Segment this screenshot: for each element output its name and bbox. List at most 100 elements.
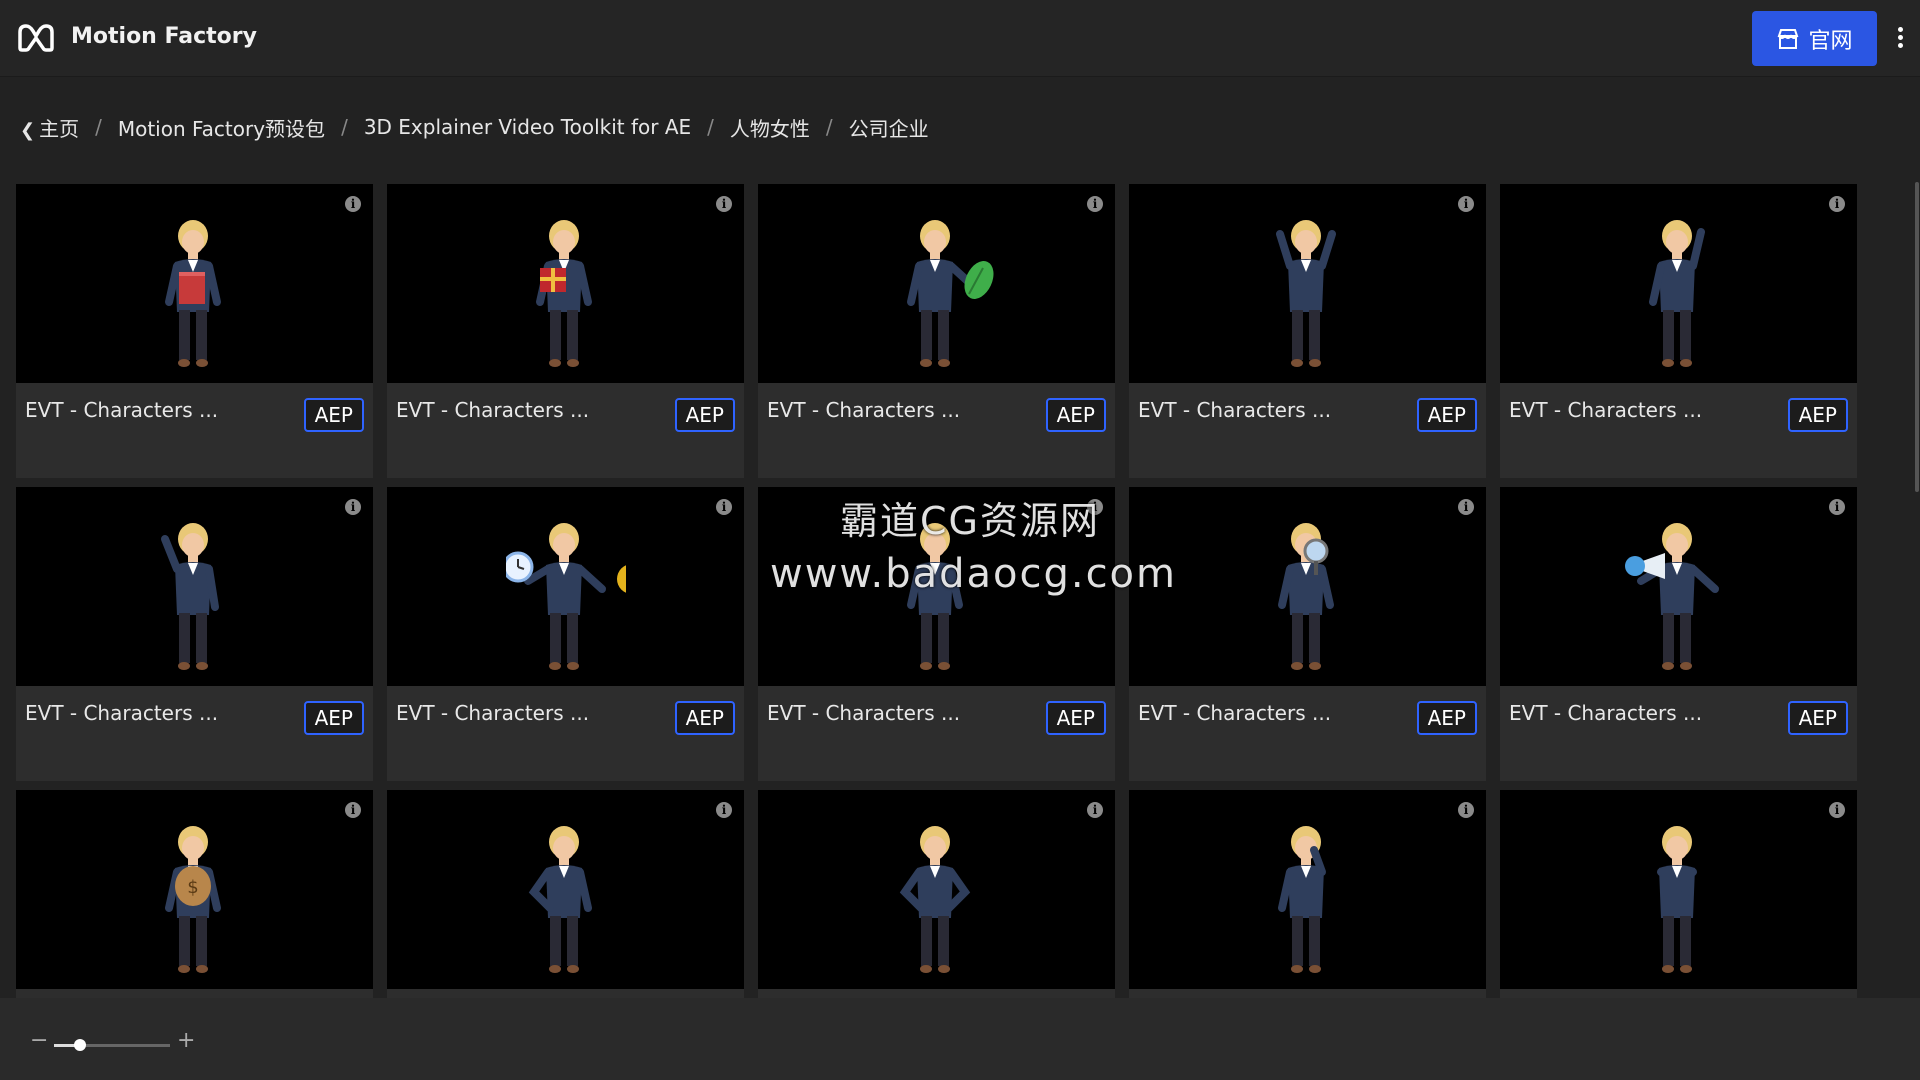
character-figure [164,220,221,367]
character-figure [1277,523,1334,670]
format-badge: AEP [1045,701,1106,735]
info-icon[interactable]: i [716,802,732,818]
asset-title: EVT - Characters ... [1509,398,1703,422]
breadcrumb-female-characters[interactable]: 人物女性 [730,113,810,142]
breadcrumb-home[interactable]: ❮ 主页 [20,113,79,142]
breadcrumb: ❮ 主页 / Motion Factory预设包 / 3D Explainer V… [20,112,929,142]
breadcrumb-separator: / [341,115,348,139]
asset-card[interactable]: i [758,790,1115,998]
asset-card[interactable]: i [1129,790,1486,998]
asset-card[interactable]: i EVT - Characters ... AEP [758,184,1115,478]
asset-card[interactable]: i EVT - Characters ... AEP [1129,487,1486,781]
svg-text:$: $ [187,877,198,898]
character-figure [528,826,592,973]
asset-title: EVT - Characters ... [396,398,590,422]
asset-title: EVT - Characters ... [25,701,219,725]
asset-card[interactable]: $iEVT - Characters ...AEP [387,487,744,781]
info-icon[interactable]: i [1087,196,1103,212]
asset-thumbnail[interactable]: i [16,487,373,686]
asset-title: EVT - Characters ... [1138,398,1332,422]
info-icon[interactable]: i [345,196,361,212]
zoom-in-button[interactable]: + [177,1028,195,1053]
character-figure [535,220,592,367]
info-icon[interactable]: i [1829,196,1845,212]
breadcrumb-separator: / [707,115,714,139]
asset-thumbnail[interactable]: i [758,184,1115,383]
character-figure [1648,220,1705,367]
info-icon[interactable]: i [1458,802,1474,818]
asset-thumbnail[interactable]: i [1500,487,1857,686]
asset-title: EVT - Characters ... [1509,701,1703,725]
format-badge: AEP [303,701,364,735]
character-figure: $ [164,826,221,973]
zoom-out-button[interactable]: − [30,1028,48,1053]
breadcrumb-motion-factory-presets[interactable]: Motion Factory预设包 [118,113,325,142]
info-icon[interactable]: i [1829,499,1845,515]
asset-title: EVT - Characters ... [767,701,961,725]
breadcrumb-separator: / [95,115,102,139]
asset-card[interactable]: i EVT - Characters ... AEP [16,184,373,478]
breadcrumb-business[interactable]: 公司企业 [849,113,929,142]
asset-card[interactable]: i EVT - Characters ... AEP [16,487,373,781]
format-badge: AEP [1416,701,1477,735]
asset-thumbnail[interactable]: i [387,790,744,989]
info-icon[interactable]: i [1458,196,1474,212]
info-icon[interactable]: i [716,196,732,212]
asset-thumbnail[interactable]: i [1129,487,1486,686]
info-icon[interactable]: i [345,499,361,515]
chevron-left-icon: ❮ [20,119,36,141]
breadcrumb-separator: / [825,115,833,139]
character-figure [160,523,219,670]
character-figure [899,826,970,973]
format-badge: AEP [1787,398,1848,432]
asset-title: EVT - Characters ... [767,398,961,422]
asset-title: EVT - Characters ... [25,398,219,422]
zoom-slider-handle[interactable] [73,1039,86,1051]
asset-card[interactable]: i EVT - Characters ... AEP [1129,184,1486,478]
scrollbar-thumb[interactable] [1915,182,1919,492]
official-site-button[interactable]: 官网 [1752,11,1877,66]
top-bar: Motion Factory 官网 [0,0,1920,77]
asset-thumbnail[interactable]: i [387,184,744,383]
format-badge: AEP [1416,398,1477,432]
info-icon[interactable]: i [345,802,361,818]
character-figure [1277,826,1326,973]
format-badge: AEP [674,701,735,735]
asset-card[interactable]: i EVT - Characters ... AEP [1500,184,1857,478]
character-figure: $ [505,523,626,670]
app-name[interactable]: Motion Factory [71,24,257,49]
asset-thumbnail[interactable]: i [1500,184,1857,383]
bottom-toolbar: − + [0,998,1920,1080]
info-icon[interactable]: i [716,499,732,515]
format-badge: AEP [1787,701,1848,735]
asset-card[interactable]: $ i [16,790,373,998]
asset-card[interactable]: i [1500,790,1857,998]
watermark: 霸道CG资源网 www.badaocg.com [770,490,1175,597]
character-figure [1624,523,1719,670]
asset-thumbnail[interactable]: i [1500,790,1857,989]
asset-title: EVT - Characters ... [396,701,590,725]
watermark-text: 霸道CG资源网 [840,499,1100,543]
asset-thumbnail[interactable]: i [16,184,373,383]
asset-card[interactable]: i EVT - Characters ... AEP [1500,487,1857,781]
info-icon[interactable]: i [1829,802,1845,818]
asset-card[interactable]: i [387,790,744,998]
format-badge: AEP [303,398,364,432]
asset-thumbnail[interactable]: i [1129,184,1486,383]
zoom-slider-track[interactable] [54,1044,170,1047]
storefront-icon [1778,28,1799,49]
asset-thumbnail[interactable]: i [1129,790,1486,989]
breadcrumb-toolkit[interactable]: 3D Explainer Video Toolkit for AE [364,115,691,139]
format-badge: AEP [1045,398,1106,432]
asset-title: EVT - Characters ... [1138,701,1332,725]
asset-thumbnail[interactable]: $i [387,487,744,686]
asset-thumbnail[interactable]: $i [16,790,373,989]
character-figure [906,220,994,367]
character-figure [1656,826,1697,973]
asset-thumbnail[interactable]: i [758,790,1115,989]
asset-card[interactable]: i EVT - Characters ... AEP [387,184,744,478]
info-icon[interactable]: i [1458,499,1474,515]
info-icon[interactable]: i [1087,802,1103,818]
kebab-menu-icon[interactable] [1890,24,1910,54]
motion-factory-logo-icon[interactable] [16,22,56,54]
